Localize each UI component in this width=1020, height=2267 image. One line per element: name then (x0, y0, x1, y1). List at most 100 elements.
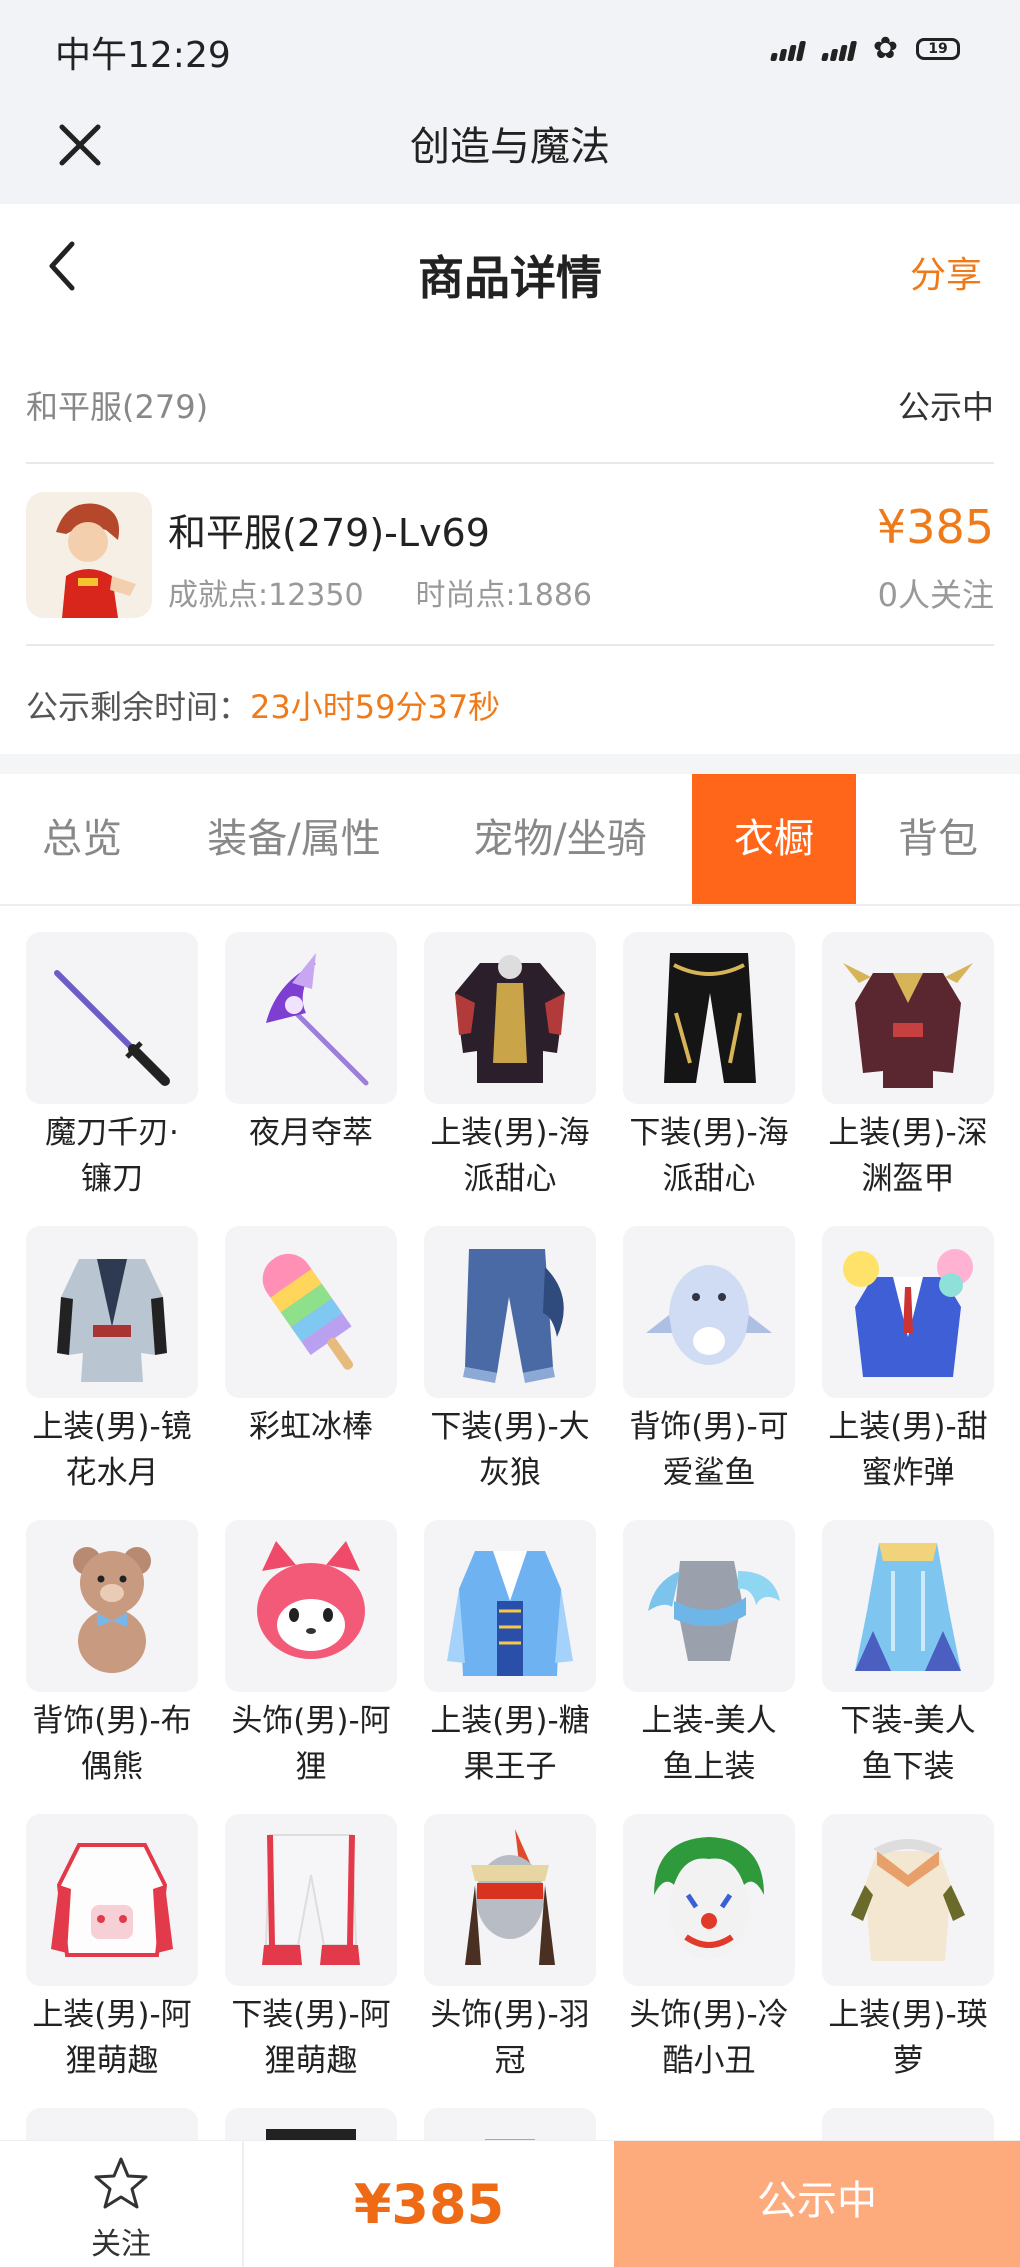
item-name: 彩虹冰棒 (249, 1409, 373, 1445)
item-name: 背饰(男)-可 爱鲨鱼 (629, 1409, 789, 1491)
battery-icon: 19 (916, 38, 960, 60)
item-title: 和平服(279)-Lv69 (168, 511, 490, 555)
tab-wardrobe[interactable]: 衣橱 (692, 774, 856, 904)
wardrobe-item[interactable]: 头饰(男)-冷 酷小丑 (623, 1814, 795, 2084)
bottom-price: ¥385 (353, 2173, 505, 2236)
item-thumbnail (225, 1520, 397, 1692)
listing-price: ¥385 (876, 500, 994, 554)
status-label: 公示中 (897, 388, 994, 426)
armor-icon (843, 963, 973, 1088)
clown-mask-icon (654, 1837, 764, 1959)
item-thumbnail (26, 932, 198, 1104)
wardrobe-item[interactable]: 上装(男)-镜 花水月 (26, 1226, 198, 1496)
item-thumbnail (424, 932, 596, 1104)
countdown-value: 23小时59分37秒 (250, 688, 501, 726)
item-name: 上装-美人 鱼上装 (641, 1703, 777, 1785)
wardrobe-item[interactable]: 上装(男)-糖 果王子 (424, 1520, 596, 1790)
wardrobe-item[interactable]: 上装(男)-甜 蜜炸弹 (822, 1226, 994, 1496)
item-thumbnail (26, 1814, 198, 1986)
item-thumbnail (623, 932, 795, 1104)
item-name: 魔刀千刃· 镰刀 (45, 1115, 179, 1197)
wardrobe-item[interactable]: 头饰(男)-羽冠 (424, 1814, 596, 2084)
feather-crown-icon (465, 1829, 555, 1965)
tab-pets[interactable]: 宠物/坐骑 (446, 774, 674, 904)
wardrobe-item[interactable]: 背饰(男)-布 偶熊 (26, 1520, 198, 1790)
wardrobe-item[interactable]: 头饰(男)-阿狸 (225, 1520, 397, 1790)
item-name: 上装(男)-瑛萝 (828, 1997, 988, 2079)
app-title: 创造与魔法 (410, 124, 610, 170)
share-button[interactable]: 分享 (910, 246, 982, 298)
hoodie-icon (51, 1843, 173, 1957)
robe-icon (57, 1259, 167, 1382)
item-thumbnail (26, 1520, 198, 1692)
item-stats: 成就点:12350 时尚点:1886 (168, 570, 592, 614)
item-thumbnail (225, 1226, 397, 1398)
tab-backpack[interactable]: 背包 (856, 774, 1020, 904)
wardrobe-item[interactable]: 下装-美人 鱼下装 (822, 1520, 994, 1790)
wardrobe-item[interactable]: 上装(男)-瑛萝 (822, 1814, 994, 2084)
item-thumbnail (822, 1226, 994, 1398)
star-icon (94, 2157, 148, 2209)
countdown-label: 公示剩余时间： (26, 688, 251, 726)
item-name: 下装-美人 鱼下装 (840, 1703, 976, 1785)
status-bar: 中午12:29 ✿ 19 (0, 0, 1020, 100)
prince-coat-icon (447, 1551, 573, 1676)
item-name: 上装(男)-深 渊盔甲 (828, 1115, 988, 1197)
wardrobe-item[interactable]: 下装(男)-阿 狸萌趣 (225, 1814, 397, 2084)
item-thumbnail (424, 1226, 596, 1398)
item-name: 下装(男)-海 派甜心 (629, 1115, 789, 1197)
wifi-icon: ✿ (872, 31, 898, 66)
item-name: 上装(男)-糖 果王子 (430, 1703, 590, 1785)
item-thumbnail (623, 1814, 795, 1986)
tab-bar: 总览 装备/属性 宠物/坐骑 衣橱 背包 (0, 774, 1020, 906)
item-thumbnail (822, 932, 994, 1104)
wardrobe-item[interactable]: 上装(男)-深 渊盔甲 (822, 932, 994, 1202)
teddy-bear-icon (73, 1547, 151, 1673)
achievement-points: 成就点:12350 (168, 578, 364, 613)
wardrobe-item[interactable]: 上装(男)-阿 狸萌趣 (26, 1814, 198, 2084)
item-name: 下装(男)-大 灰狼 (430, 1409, 590, 1491)
item-name: 夜月夺萃 (249, 1115, 373, 1151)
wardrobe-item[interactable]: 上装-美人 鱼上装 (623, 1520, 795, 1790)
wardrobe-item[interactable]: 下装(男)-大 灰狼 (424, 1226, 596, 1496)
nav-bar: 商品详情 分享 (0, 204, 1020, 334)
fox-head-icon (257, 1541, 365, 1659)
wardrobe-item[interactable]: 下装(男)-海 派甜心 (623, 932, 795, 1202)
publicity-status-button[interactable]: 公示中 (614, 2141, 1020, 2267)
item-name: 头饰(男)-冷 酷小丑 (629, 1997, 789, 2079)
wardrobe-item[interactable]: 彩虹冰棒 (225, 1226, 397, 1496)
wardrobe-item[interactable]: 魔刀千刃· 镰刀 (26, 932, 198, 1202)
wardrobe-item[interactable]: 夜月夺萃 (225, 932, 397, 1202)
item-name: 上装(男)-镜 花水月 (32, 1409, 192, 1491)
divider (26, 644, 994, 646)
avatar (26, 492, 152, 618)
mermaid-top-icon (648, 1561, 780, 1661)
staff-icon (266, 953, 369, 1086)
wardrobe-item[interactable]: 背饰(男)-可 爱鲨鱼 (623, 1226, 795, 1496)
bottom-action-bar: 关注 ¥385 公示中 (0, 2140, 1020, 2267)
item-thumbnail (623, 1226, 795, 1398)
tab-equipment[interactable]: 装备/属性 (180, 774, 408, 904)
item-thumbnail (225, 932, 397, 1104)
divider (26, 462, 994, 464)
wardrobe-item[interactable]: 上装(男)-海 派甜心 (424, 932, 596, 1202)
signal-icon-2 (821, 37, 857, 61)
item-thumbnail (424, 1814, 596, 1986)
vest-icon (851, 1839, 965, 1961)
item-thumbnail (225, 1814, 397, 1986)
item-name: 头饰(男)-阿狸 (231, 1703, 391, 1785)
mermaid-skirt-icon (855, 1543, 961, 1671)
shark-icon (646, 1265, 772, 1365)
fashion-points: 时尚点:1886 (415, 578, 593, 613)
item-thumbnail (822, 1520, 994, 1692)
tab-overview[interactable]: 总览 (0, 774, 164, 904)
section-gap (0, 754, 1020, 774)
sweatpants-icon (262, 1834, 360, 1965)
page-title: 商品详情 (418, 251, 602, 305)
signal-icon (770, 37, 806, 61)
follow-button[interactable]: 关注 (0, 2141, 244, 2267)
wolf-pants-icon (463, 1249, 564, 1383)
item-name: 下装(男)-阿 狸萌趣 (231, 1997, 391, 2079)
jacket-icon (455, 955, 565, 1083)
pants-icon (664, 953, 756, 1083)
